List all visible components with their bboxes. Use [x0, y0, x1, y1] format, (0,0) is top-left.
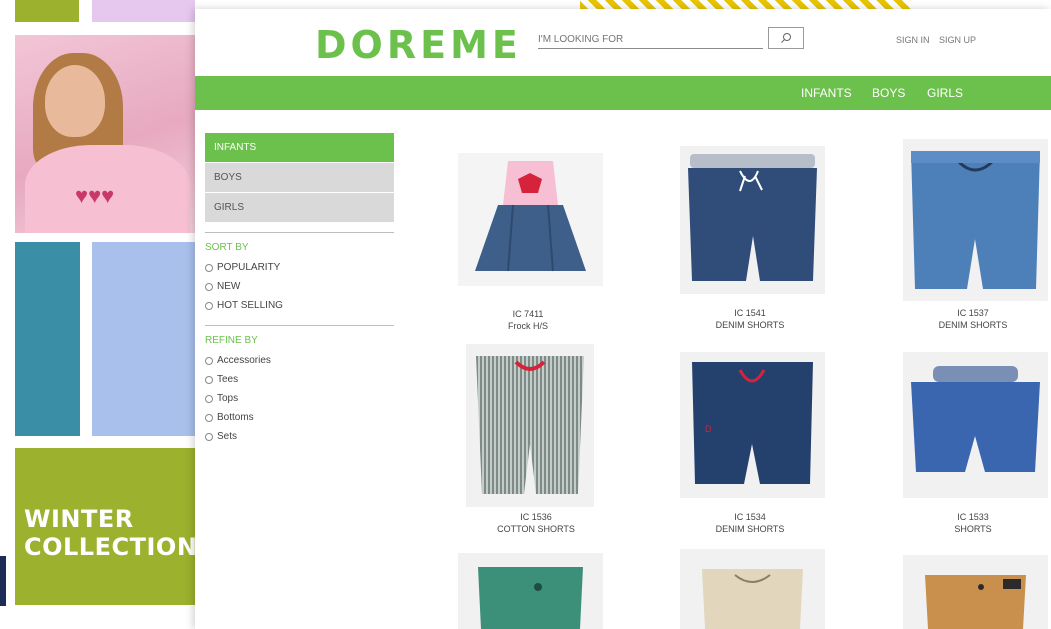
product-image[interactable] — [680, 549, 825, 629]
sidebar-item-girls[interactable]: GIRLS — [205, 193, 394, 222]
radio-icon — [205, 432, 213, 441]
product-code: IC 7411 — [512, 309, 544, 319]
winter-collection-text: WINTER COLLECTION — [24, 505, 198, 561]
product-code: IC 1541 — [734, 308, 766, 318]
stripe-band — [580, 0, 911, 9]
sort-option-hot-selling[interactable]: HOT SELLING — [205, 296, 394, 315]
product-name: COTTON SHORTS — [497, 524, 575, 534]
product-name: DENIM SHORTS — [715, 524, 785, 534]
divider — [205, 325, 394, 326]
product-card[interactable]: D IC 1534 DENIM SHORTS — [680, 352, 825, 539]
refine-option-sets[interactable]: Sets — [205, 427, 394, 446]
bg-olive-top — [15, 0, 79, 22]
product-card[interactable] — [458, 553, 603, 629]
refine-option-tees[interactable]: Tees — [205, 370, 394, 389]
search-icon — [781, 33, 791, 43]
product-card[interactable]: IC 1533 SHORTS — [903, 352, 1048, 539]
search-bar — [538, 27, 804, 49]
bg-lavender-top — [92, 0, 195, 22]
sort-option-popularity[interactable]: POPULARITY — [205, 258, 394, 277]
product-code: IC 1536 — [520, 512, 552, 522]
product-card[interactable] — [680, 549, 825, 629]
sort-heading: SORT BY — [205, 242, 249, 253]
radio-icon — [205, 394, 213, 403]
nav-infants[interactable]: INFANTS — [801, 86, 852, 100]
product-card[interactable]: IC 1537 DENIM SHORTS — [903, 139, 1048, 333]
refine-option-accessories[interactable]: Accessories — [205, 351, 394, 370]
product-image[interactable] — [466, 344, 594, 507]
product-code: IC 1537 — [957, 308, 989, 318]
radio-icon — [205, 375, 213, 384]
product-card[interactable] — [903, 555, 1048, 629]
search-button[interactable] — [768, 27, 804, 49]
product-image[interactable] — [458, 153, 603, 286]
search-input[interactable] — [538, 30, 763, 49]
radio-icon — [205, 263, 213, 272]
doreme-logo[interactable]: DOREME — [315, 23, 522, 67]
product-code: IC 1533 — [957, 512, 989, 522]
product-image[interactable] — [458, 553, 603, 629]
sort-option-new[interactable]: NEW — [205, 277, 394, 296]
product-image[interactable] — [903, 139, 1048, 301]
divider — [205, 232, 394, 233]
product-image[interactable]: D — [680, 352, 825, 498]
product-name: SHORTS — [954, 524, 992, 534]
refine-option-bottoms[interactable]: Bottoms — [205, 408, 394, 427]
svg-text:D: D — [705, 424, 712, 434]
sign-up-link[interactable]: SIGN UP — [939, 35, 976, 45]
nav-boys[interactable]: BOYS — [872, 86, 905, 100]
bg-teal-block — [15, 242, 80, 436]
product-image[interactable] — [903, 352, 1048, 498]
filter-sidebar: INFANTS BOYS GIRLS SORT BY POPULARITY NE… — [205, 133, 394, 446]
nav-girls[interactable]: GIRLS — [927, 86, 963, 100]
bg-blue-block — [92, 242, 195, 436]
main-nav: INFANTS BOYS GIRLS — [195, 76, 1051, 110]
product-name: DENIM SHORTS — [938, 320, 1008, 330]
left-edge-stub — [0, 556, 6, 606]
product-name: Frock H/S — [507, 321, 548, 331]
radio-icon — [205, 356, 213, 365]
product-card[interactable]: IC 1536 COTTON SHORTS — [466, 344, 594, 539]
sidebar-item-infants[interactable]: INFANTS — [205, 133, 394, 162]
product-card[interactable]: IC 7411 Frock H/S — [458, 153, 603, 333]
product-card[interactable]: IC 1541 DENIM SHORTS — [680, 146, 825, 333]
girl-photo: ♥♥♥ — [15, 35, 195, 233]
product-name: DENIM SHORTS — [715, 320, 785, 330]
refine-heading: REFINE BY — [205, 335, 258, 346]
sidebar-item-boys[interactable]: BOYS — [205, 163, 394, 192]
product-image[interactable] — [903, 555, 1048, 629]
product-image[interactable] — [680, 146, 825, 294]
product-code: IC 1534 — [734, 512, 766, 522]
shop-window: DOREME SIGN IN SIGN UP INFANTS BOYS GIRL… — [195, 9, 1051, 629]
radio-icon — [205, 282, 213, 291]
sign-in-link[interactable]: SIGN IN — [896, 35, 930, 45]
radio-icon — [205, 301, 213, 310]
refine-option-tops[interactable]: Tops — [205, 389, 394, 408]
radio-icon — [205, 413, 213, 422]
